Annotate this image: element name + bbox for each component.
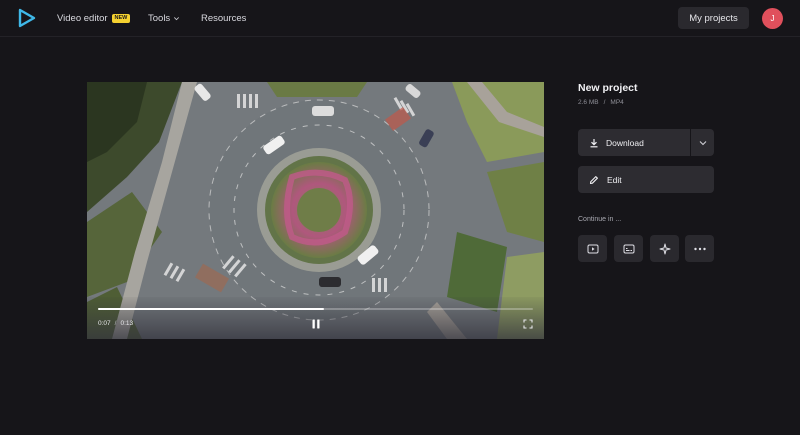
download-icon: [590, 138, 598, 147]
file-format: MP4: [610, 99, 624, 106]
time-separator: /: [114, 320, 117, 327]
edit-label: Edit: [607, 174, 622, 185]
continue-in-label: Continue in ...: [578, 216, 622, 223]
chevron-down-icon: [699, 140, 706, 145]
sparkle-icon: [659, 243, 670, 254]
pencil-icon: [589, 175, 598, 184]
subtitles-icon: [623, 244, 634, 253]
download-label: Download: [606, 137, 644, 148]
nav-resources[interactable]: Resources: [201, 0, 246, 37]
app-logo-icon[interactable]: [17, 8, 37, 28]
meta-separator: /: [603, 99, 606, 106]
download-button[interactable]: Download: [578, 129, 690, 156]
project-title: New project: [578, 82, 638, 94]
edit-button[interactable]: Edit: [578, 166, 714, 193]
video-player-icon: [587, 244, 598, 253]
duration: 0:13: [120, 320, 134, 327]
fullscreen-icon[interactable]: [523, 319, 533, 329]
current-time: 0:07: [98, 320, 111, 327]
nav-tools-label: Tools: [148, 13, 171, 24]
nav-resources-label: Resources: [201, 13, 247, 24]
seek-bar[interactable]: [98, 308, 533, 310]
chevron-down-icon: [174, 17, 180, 21]
continue-effects-button[interactable]: [650, 235, 679, 262]
file-size: 2.6 MB: [578, 99, 599, 106]
pause-icon[interactable]: [310, 318, 322, 330]
my-projects-button[interactable]: My projects: [678, 7, 749, 29]
top-bar: Video editor NEW Tools Resources My proj…: [0, 0, 800, 37]
project-meta: 2.6 MB / MP4: [578, 99, 624, 106]
video-player[interactable]: 0:07 / 0:13: [87, 82, 544, 339]
continue-subtitles-button[interactable]: [614, 235, 643, 262]
continue-video-player-button[interactable]: [578, 235, 607, 262]
nav-video-editor[interactable]: Video editor NEW: [57, 0, 131, 37]
seek-bar-progress: [98, 308, 325, 310]
time-display: 0:07 / 0:13: [98, 320, 133, 327]
nav-video-editor-label: Video editor: [57, 13, 108, 24]
continue-more-button[interactable]: [685, 235, 714, 262]
nav-tools[interactable]: Tools: [148, 0, 180, 37]
avatar[interactable]: J: [762, 8, 783, 29]
more-icon: [693, 247, 706, 250]
new-badge: NEW: [111, 14, 131, 23]
download-options-button[interactable]: [691, 129, 714, 156]
